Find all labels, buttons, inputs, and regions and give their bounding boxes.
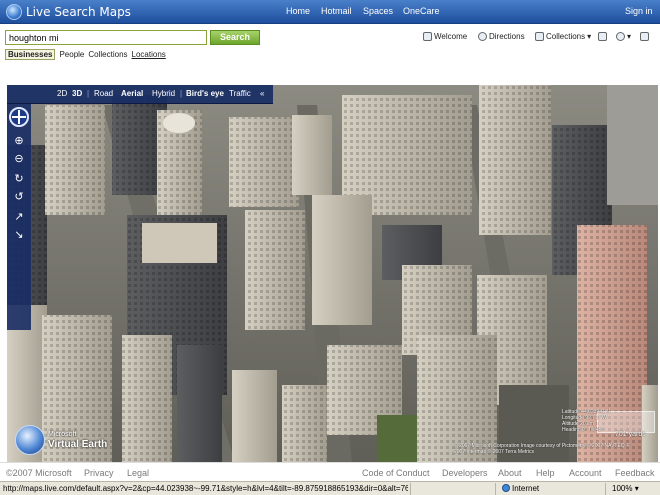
zoom-out-icon[interactable]: ⊖ [11,153,27,165]
footer-copyright: ©2007 Microsoft [6,468,72,478]
collections-label: Collections [546,32,586,41]
aerial-imagery[interactable] [7,85,658,462]
chevron-down-icon: ▾ [587,32,592,41]
welcome-label: Welcome [434,32,468,41]
language-menu[interactable]: ▾ [616,32,631,41]
status-divider-3 [605,483,606,495]
status-divider [410,483,411,495]
toolbar-separator-2: | [180,89,183,98]
zoom-chevron-down-icon: ▾ [634,484,639,493]
page-footer: ©2007 Microsoft Privacy Legal Code of Co… [0,462,660,481]
browser-status-bar: http://maps.live.com/default.aspx?v=2&cp… [0,481,660,495]
zoom-level-button[interactable]: 100% ▾ [612,484,639,493]
map-toolbar: 2D 3D | Road Aerial Hybrid | Bird's eye … [7,85,273,104]
toolbar-separator: | [87,89,90,98]
internet-zone-icon [502,484,510,492]
compass-icon[interactable] [9,107,29,127]
tab-businesses[interactable]: Businesses [5,49,56,60]
tilt-up-icon[interactable]: ↗ [11,211,27,223]
mode-3d[interactable]: 3D [72,89,82,98]
coordinate-readout: Latitude 44.023941 N Longitude 99.717 W … [562,409,654,433]
tab-people[interactable]: People [59,50,84,59]
virtual-earth-logo: Microsoft Virtual Earth [15,425,107,455]
mode-hybrid[interactable]: Hybrid [152,89,175,98]
status-divider-2 [495,483,496,495]
scale-label: 701 yards [615,431,646,438]
language-icon [616,32,625,41]
rotate-counterclockwise-icon[interactable]: ↺ [11,191,27,203]
footer-code-of-conduct-link[interactable]: Code of Conduct [362,468,430,478]
logo-virtual-earth-text: Virtual Earth [48,439,108,450]
tilt-down-icon[interactable]: ↘ [11,229,27,241]
language-chevron-icon: ▾ [627,32,632,41]
footer-privacy-link[interactable]: Privacy [84,468,114,478]
status-url: http://maps.live.com/default.aspx?v=2&cp… [3,484,408,493]
welcome-link[interactable]: Welcome [423,32,467,41]
footer-help-link[interactable]: Help [536,468,555,478]
footer-legal-link[interactable]: Legal [127,468,149,478]
footer-about-link[interactable]: About [498,468,522,478]
globe-icon [15,425,45,455]
footer-developers-link[interactable]: Developers [442,468,488,478]
directions-link[interactable]: Directions [478,32,525,41]
top-nav: Home Hotmail Spaces OneCare Sign in [0,6,660,20]
share-icon [598,32,607,41]
zoom-in-icon[interactable]: ⊕ [11,135,27,147]
browser-window: Live Search Maps Home Hotmail Spaces One… [0,0,660,495]
map-nav-controls: ⊕ ⊖ ↻ ↺ ↗ ↘ [7,104,31,330]
security-zone: Internet [502,484,539,493]
action-links: Welcome Directions Collections ▾ ▾ [0,32,660,46]
rotate-clockwise-icon[interactable]: ↻ [11,173,27,185]
mode-2d[interactable]: 2D [57,89,67,98]
nav-onecare-link[interactable]: OneCare [403,6,440,16]
tab-collections[interactable]: Collections [88,50,127,59]
mode-traffic[interactable]: Traffic [229,89,251,98]
footer-account-link[interactable]: Account [569,468,602,478]
collections-menu[interactable]: Collections ▾ [535,32,591,41]
collapse-toolbar-icon[interactable]: « [260,89,264,98]
zone-label: Internet [512,484,540,493]
nav-hotmail-link[interactable]: Hotmail [321,6,352,16]
tab-locations[interactable]: Locations [132,50,166,59]
mode-birds-eye[interactable]: Bird's eye [186,89,224,98]
sign-in-link[interactable]: Sign in [625,6,653,16]
zoom-level: 100% [612,484,633,493]
print-icon [640,32,649,41]
print-button[interactable] [640,32,649,41]
footer-feedback-link[interactable]: Feedback [615,468,655,478]
top-header: Live Search Maps Home Hotmail Spaces One… [0,0,660,24]
directions-label: Directions [489,32,525,41]
welcome-icon [423,32,432,41]
directions-icon [478,32,487,41]
mode-road[interactable]: Road [94,89,113,98]
nav-home-link[interactable]: Home [286,6,310,16]
imagery-copyright: © 2007 Microsoft Corporation Image court… [454,443,630,455]
search-panel: Search Businesses People Collections Loc… [0,24,660,64]
share-button[interactable] [598,32,607,41]
nav-spaces-link[interactable]: Spaces [363,6,393,16]
collections-icon [535,32,544,41]
map-view[interactable]: 2D 3D | Road Aerial Hybrid | Bird's eye … [7,85,658,462]
search-tabs: Businesses People Collections Locations [5,48,170,61]
mode-aerial[interactable]: Aerial [121,89,143,98]
